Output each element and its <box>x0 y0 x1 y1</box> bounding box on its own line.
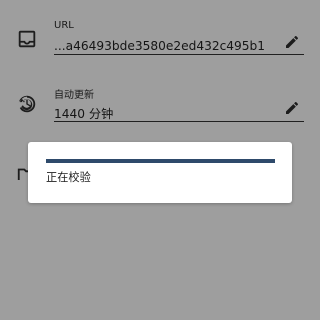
dialog-message: 正在校验 <box>46 171 91 184</box>
auto-update-value[interactable]: 1440 分钟 <box>54 104 274 122</box>
url-value[interactable]: ...a46493bde3580e2ed432c495b1 <box>54 39 274 53</box>
pencil-icon[interactable] <box>284 34 300 50</box>
inbox-icon <box>16 28 38 50</box>
progress-fill <box>46 159 275 163</box>
auto-update-label: 自动更新 <box>54 90 94 101</box>
verifying-dialog: 正在校验 <box>28 142 292 203</box>
auto-update-underline <box>54 121 304 122</box>
progress-bar <box>46 159 275 163</box>
refresh-clock-icon <box>16 93 38 115</box>
url-label: URL <box>54 20 74 31</box>
url-underline <box>54 54 304 55</box>
pencil-icon[interactable] <box>284 100 300 116</box>
settings-screen: URL ...a46493bde3580e2ed432c495b1 自动更新 1… <box>0 0 320 320</box>
